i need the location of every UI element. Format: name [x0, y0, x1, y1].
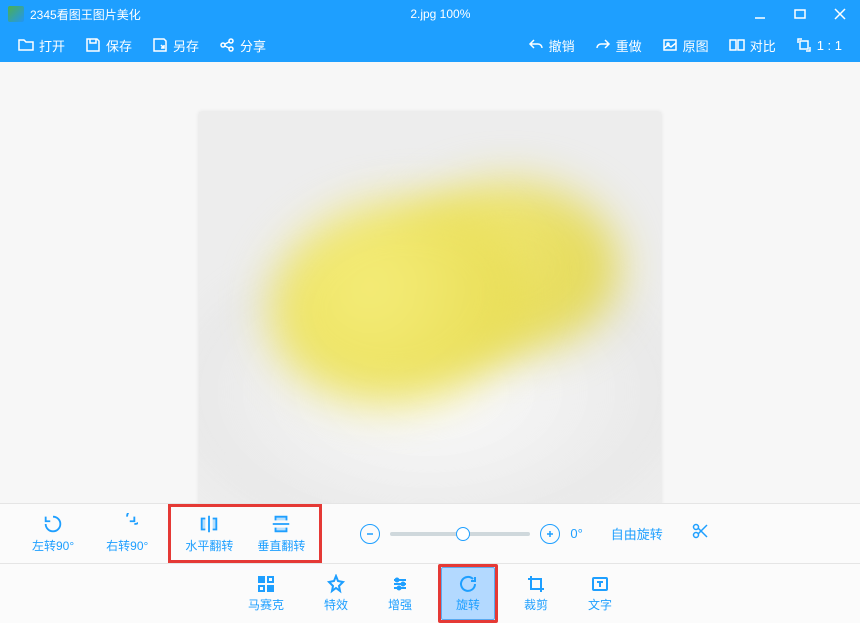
share-button[interactable]: 分享	[211, 32, 274, 59]
flip-h-label: 水平翻转	[185, 537, 233, 554]
bottom-toolbar: 马赛克 特效 增强 旋转 裁剪 文字	[0, 563, 860, 623]
rotate-right-label: 右转90°	[106, 537, 148, 554]
flip-v-label: 垂直翻转	[257, 537, 305, 554]
flip-highlight-box: 水平翻转 垂直翻转	[168, 504, 322, 563]
effects-tool[interactable]: 特效	[310, 568, 362, 619]
save-button[interactable]: 保存	[77, 32, 140, 59]
minimize-button[interactable]	[740, 0, 780, 28]
crop-label: 裁剪	[524, 596, 548, 613]
text-tool[interactable]: 文字	[574, 568, 626, 619]
title-bar: 2345看图王图片美化 2.jpg 100%	[0, 0, 860, 28]
image-preview[interactable]	[199, 112, 661, 506]
enhance-label: 增强	[388, 596, 412, 613]
compare-button[interactable]: 对比	[721, 32, 784, 59]
original-button[interactable]: 原图	[654, 32, 717, 59]
redo-label: 重做	[616, 36, 642, 55]
original-label: 原图	[683, 36, 709, 55]
rotate-left-label: 左转90°	[32, 537, 74, 554]
share-label: 分享	[240, 36, 266, 55]
text-label: 文字	[588, 596, 612, 613]
main-toolbar: 打开 保存 另存 分享 撤销 重做 原图 对比 1 : 1	[0, 28, 860, 62]
angle-slider-track[interactable]	[390, 532, 530, 536]
undo-label: 撤销	[549, 36, 575, 55]
rotate-label: 旋转	[456, 596, 480, 613]
rotate-right-button[interactable]: 右转90°	[94, 509, 160, 558]
open-label: 打开	[39, 36, 65, 55]
saveas-label: 另存	[173, 36, 199, 55]
scale-label: 1 : 1	[817, 38, 842, 53]
angle-plus-button[interactable]	[540, 524, 560, 544]
angle-slider-area: 0°	[360, 524, 582, 544]
angle-slider-thumb[interactable]	[456, 527, 470, 541]
effects-label: 特效	[324, 596, 348, 613]
undo-button[interactable]: 撤销	[520, 32, 583, 59]
angle-minus-button[interactable]	[360, 524, 380, 544]
enhance-tool[interactable]: 增强	[374, 568, 426, 619]
close-button[interactable]	[820, 0, 860, 28]
document-title: 2.jpg 100%	[410, 7, 470, 21]
maximize-button[interactable]	[780, 0, 820, 28]
scale-button[interactable]: 1 : 1	[788, 33, 850, 57]
scissor-button[interactable]	[691, 522, 709, 545]
angle-value: 0°	[570, 526, 582, 541]
flip-vertical-button[interactable]: 垂直翻转	[245, 509, 317, 558]
rotate-left-button[interactable]: 左转90°	[20, 509, 86, 558]
rotate-tool[interactable]: 旋转	[441, 567, 495, 620]
canvas-area	[0, 62, 860, 503]
save-label: 保存	[106, 36, 132, 55]
saveas-button[interactable]: 另存	[144, 32, 207, 59]
mosaic-label: 马赛克	[248, 596, 284, 613]
compare-label: 对比	[750, 36, 776, 55]
crop-tool[interactable]: 裁剪	[510, 568, 562, 619]
free-rotate-label: 自由旋转	[611, 524, 663, 543]
flip-horizontal-button[interactable]: 水平翻转	[173, 509, 245, 558]
mosaic-tool[interactable]: 马赛克	[234, 568, 298, 619]
rotate-highlight-box: 旋转	[438, 564, 498, 623]
rotate-toolbar: 左转90° 右转90° 水平翻转 垂直翻转 0° 自由旋转	[0, 503, 860, 563]
app-icon	[8, 6, 24, 22]
redo-button[interactable]: 重做	[587, 32, 650, 59]
open-button[interactable]: 打开	[10, 32, 73, 59]
app-title: 2345看图王图片美化	[30, 6, 141, 23]
